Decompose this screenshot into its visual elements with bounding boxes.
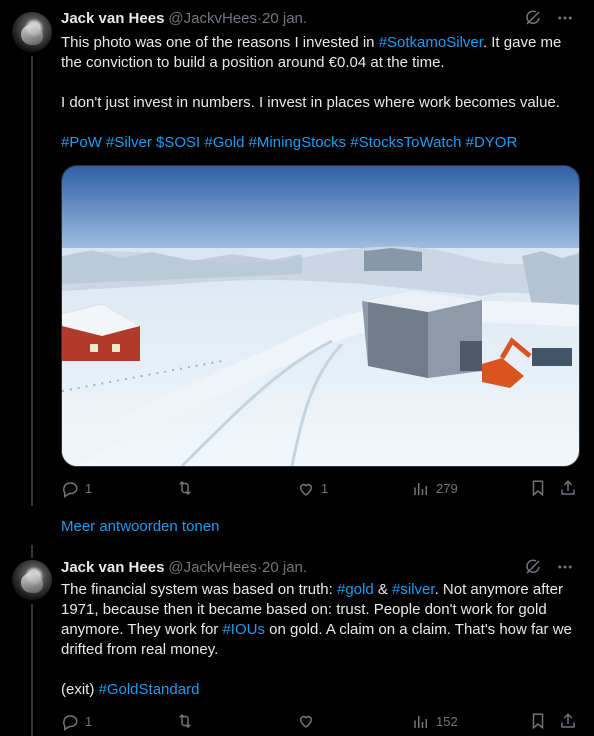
- post-text-amp: &: [373, 581, 393, 598]
- post-photo[interactable]: [61, 165, 580, 467]
- grok-icon[interactable]: [524, 558, 542, 582]
- show-more-replies-link[interactable]: Meer antwoorden tonen: [61, 517, 219, 537]
- snowy-mine-photo: [62, 166, 579, 466]
- reply-button[interactable]: 1: [61, 479, 92, 499]
- hashtag-sotkamosilver[interactable]: #SotkamoSilver: [379, 34, 483, 51]
- bookmark-icon: [532, 480, 544, 497]
- share-button[interactable]: [559, 479, 577, 497]
- hashtag-goldstandard[interactable]: #GoldStandard: [99, 681, 200, 698]
- reply-icon: [63, 715, 78, 731]
- avatar[interactable]: [12, 12, 52, 52]
- post-date[interactable]: 20 jan.: [262, 558, 307, 578]
- views-icon: [414, 716, 427, 728]
- post-actions: 1 1 279: [61, 479, 581, 499]
- author-handle[interactable]: @JackvHees: [168, 9, 257, 29]
- post-hashtags[interactable]: #PoW #Silver $SOSI #Gold #MiningStocks #…: [61, 133, 581, 153]
- view-count: 152: [436, 714, 458, 729]
- views-icon: [414, 483, 427, 495]
- thread-line: [31, 56, 33, 506]
- author-name[interactable]: Jack van Hees: [61, 558, 164, 578]
- like-button[interactable]: 1: [297, 479, 328, 499]
- reply-count: 1: [85, 714, 93, 729]
- hashtag-ious[interactable]: #IOUs: [222, 621, 265, 638]
- repost-button[interactable]: [176, 479, 200, 497]
- more-icon[interactable]: [556, 558, 574, 582]
- reply-icon: [63, 482, 78, 498]
- like-icon: [299, 715, 313, 728]
- like-button[interactable]: [297, 712, 321, 730]
- reply-button[interactable]: 1: [61, 712, 92, 732]
- grok-icon[interactable]: [524, 9, 542, 33]
- share-icon: [561, 480, 575, 495]
- hashtag-gold[interactable]: #gold: [337, 581, 374, 598]
- post-actions: 1 152: [61, 712, 581, 732]
- bookmark-icon: [532, 713, 544, 730]
- more-icon[interactable]: [556, 9, 574, 33]
- author-name[interactable]: Jack van Hees: [61, 9, 164, 29]
- post-text-a: This photo was one of the reasons I inve…: [61, 34, 379, 51]
- hashtag-silver[interactable]: #silver: [392, 581, 435, 598]
- repost-icon: [179, 713, 191, 729]
- post-text-exit: (exit) #GoldStandard: [61, 680, 581, 700]
- bookmark-button[interactable]: [529, 479, 547, 497]
- views-button[interactable]: 279: [412, 479, 458, 499]
- post-date[interactable]: 20 jan.: [262, 9, 307, 29]
- view-count: 279: [436, 481, 458, 496]
- post-text: The financial system was based on truth:…: [61, 580, 581, 660]
- avatar[interactable]: [12, 560, 52, 600]
- tweet-2[interactable]: Jack van Hees @JackvHees · 20 jan. The f…: [0, 558, 594, 736]
- like-count: 1: [321, 481, 329, 496]
- post-text-a: The financial system was based on truth:: [61, 581, 337, 598]
- tweet-1[interactable]: Jack van Hees @JackvHees · 20 jan. This …: [0, 0, 594, 506]
- share-icon: [561, 713, 575, 728]
- views-button[interactable]: 152: [412, 712, 458, 732]
- post-text: This photo was one of the reasons I inve…: [61, 33, 581, 73]
- bookmark-button[interactable]: [529, 712, 547, 730]
- reply-count: 1: [85, 481, 93, 496]
- post-text-c: I don't just invest in numbers. I invest…: [61, 94, 560, 111]
- thread-line: [31, 545, 33, 558]
- like-icon: [299, 483, 313, 496]
- thread-line: [31, 604, 33, 736]
- repost-icon: [179, 480, 191, 496]
- repost-button[interactable]: [176, 712, 200, 730]
- author-handle[interactable]: @JackvHees: [168, 558, 257, 578]
- exit-text: (exit): [61, 681, 99, 698]
- share-button[interactable]: [559, 712, 577, 730]
